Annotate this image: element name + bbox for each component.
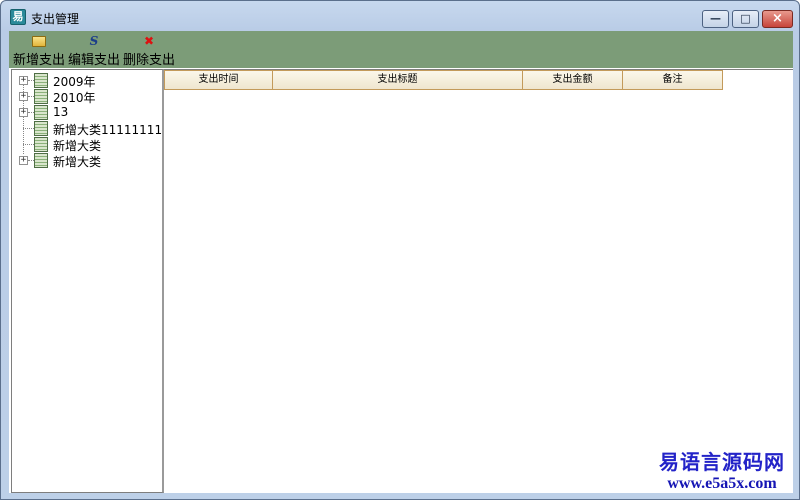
column-header-amount[interactable]: 支出金额	[523, 70, 623, 90]
list-header: 支出时间 支出标题 支出金额 备注	[164, 70, 723, 90]
expand-icon[interactable]: +	[19, 156, 28, 165]
tree-item[interactable]: + 13	[12, 104, 162, 120]
book-icon	[34, 121, 48, 136]
edit-expense-label: 编辑支出	[68, 53, 121, 68]
toolbar: 新增支出 S 编辑支出 ✖ 删除支出	[9, 31, 793, 68]
close-button[interactable]: ×	[762, 10, 793, 28]
folder-add-icon	[32, 36, 46, 47]
tree-item[interactable]: + 2009年	[12, 72, 162, 89]
tree-item[interactable]: 新增大类	[12, 136, 162, 153]
expand-icon[interactable]: +	[19, 76, 28, 85]
add-expense-label: 新增支出	[13, 53, 66, 68]
app-icon[interactable]: 易	[10, 9, 26, 25]
expand-icon[interactable]: +	[19, 92, 28, 101]
watermark-url: www.e5a5x.com	[667, 475, 777, 492]
tree-item[interactable]: + 新增大类	[12, 152, 162, 169]
category-tree[interactable]: + 2009年 + 2010年 + 13 新增大类111111111 新增大类 …	[11, 69, 164, 493]
book-icon	[34, 153, 48, 168]
minimize-icon: —	[710, 12, 721, 25]
edit-icon: S	[89, 34, 99, 48]
tree-item[interactable]: 新增大类111111111	[12, 120, 162, 137]
book-icon	[34, 105, 48, 120]
main-window: 易 支出管理 — □ × 新增支出 S 编辑支出 ✖ 删除支出 + 2009年 …	[0, 0, 800, 500]
edit-expense-button[interactable]: S 编辑支出	[68, 31, 120, 68]
expense-list[interactable]: 支出时间 支出标题 支出金额 备注	[164, 69, 793, 493]
column-header-note[interactable]: 备注	[623, 70, 723, 90]
tree-item-label: 新增大类	[53, 155, 102, 169]
delete-expense-button[interactable]: ✖ 删除支出	[123, 31, 175, 68]
tree-item[interactable]: + 2010年	[12, 88, 162, 105]
book-icon	[34, 137, 48, 152]
client-area: 新增支出 S 编辑支出 ✖ 删除支出 + 2009年 + 2010年 + 13 …	[9, 31, 793, 493]
maximize-button[interactable]: □	[732, 10, 759, 28]
add-expense-button[interactable]: 新增支出	[13, 31, 65, 68]
close-icon: ×	[772, 11, 783, 26]
maximize-icon: □	[740, 12, 751, 25]
book-icon	[34, 73, 48, 88]
window-title: 支出管理	[31, 12, 80, 26]
column-header-time[interactable]: 支出时间	[164, 70, 273, 90]
window-controls: — □ ×	[699, 10, 793, 28]
delete-icon: ✖	[143, 34, 155, 48]
watermark-name: 易语言源码网	[659, 450, 785, 474]
minimize-button[interactable]: —	[702, 10, 729, 28]
watermark: 易语言源码网 www.e5a5x.com	[659, 446, 785, 493]
title-bar[interactable]: 易 支出管理 — □ ×	[1, 1, 799, 31]
tree-item-label: 13	[53, 105, 69, 119]
column-header-title[interactable]: 支出标题	[273, 70, 523, 90]
delete-expense-label: 删除支出	[123, 53, 176, 68]
book-icon	[34, 89, 48, 104]
expand-icon[interactable]: +	[19, 108, 28, 117]
